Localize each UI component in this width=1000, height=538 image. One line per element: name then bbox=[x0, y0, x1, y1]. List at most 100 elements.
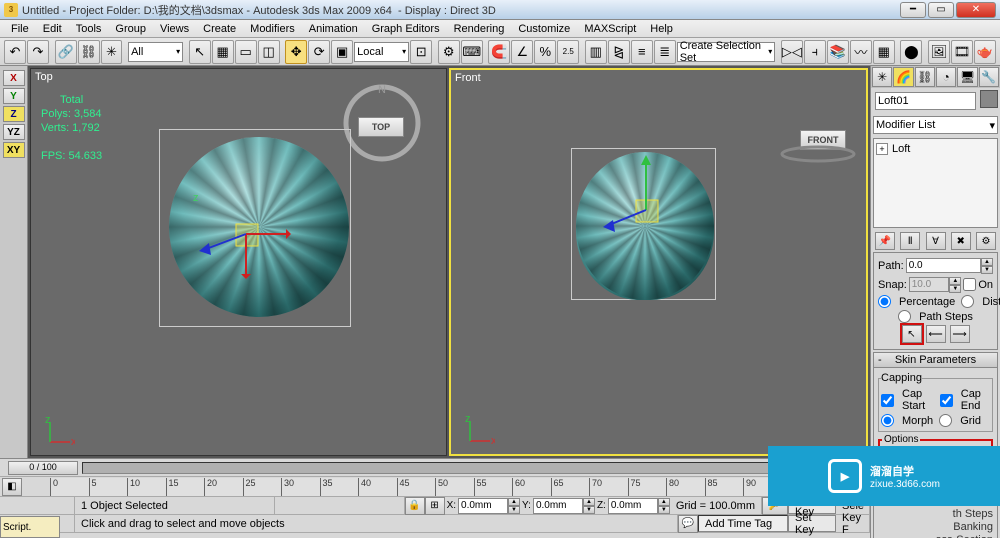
show-end-button[interactable]: Ⅱ bbox=[900, 232, 920, 250]
configure-button[interactable]: ⚙ bbox=[976, 232, 996, 250]
path-input[interactable] bbox=[906, 258, 981, 273]
axis-z-button[interactable]: Z bbox=[3, 106, 25, 122]
select-button[interactable]: ↖ bbox=[189, 40, 211, 64]
stack-item-loft[interactable]: + Loft bbox=[876, 141, 995, 157]
select-region-button[interactable]: ▭ bbox=[235, 40, 257, 64]
grid-radio[interactable] bbox=[939, 414, 952, 427]
object-name-field[interactable]: Loft01 bbox=[875, 92, 976, 110]
ref-coord-dropdown[interactable]: Local bbox=[354, 42, 409, 62]
keymode-button[interactable]: ⌨ bbox=[461, 40, 483, 64]
schematic-button[interactable]: ▦ bbox=[873, 40, 895, 64]
scale-button[interactable]: ▣ bbox=[331, 40, 353, 64]
distance-radio[interactable] bbox=[961, 295, 974, 308]
move-button[interactable]: ✥ bbox=[285, 40, 307, 64]
tab-modify[interactable]: 🌈 bbox=[893, 67, 913, 87]
window-crossing-button[interactable]: ◫ bbox=[258, 40, 280, 64]
coord-z-input[interactable] bbox=[608, 498, 658, 514]
maximize-button[interactable]: ▭ bbox=[928, 2, 954, 18]
menu-group[interactable]: Group bbox=[108, 23, 153, 35]
named-sel-button[interactable]: ▥ bbox=[585, 40, 607, 64]
tab-create[interactable]: ✳ bbox=[872, 67, 892, 87]
prev-shape-button[interactable]: ⟵ bbox=[926, 325, 946, 343]
spinner-snap-button[interactable]: 2.5 bbox=[557, 40, 579, 64]
mirror-tool-button[interactable]: ▷◁ bbox=[781, 40, 803, 64]
time-slider[interactable]: 0 / 100 bbox=[8, 461, 78, 475]
capend-checkbox[interactable] bbox=[940, 394, 953, 407]
maxscript-mini-listener[interactable]: Script. bbox=[0, 516, 60, 538]
render-button[interactable]: 🫖 bbox=[974, 40, 996, 64]
menu-grapheditors[interactable]: Graph Editors bbox=[365, 23, 447, 35]
menu-animation[interactable]: Animation bbox=[302, 23, 365, 35]
time-slider-track[interactable] bbox=[82, 462, 866, 474]
menu-tools[interactable]: Tools bbox=[69, 23, 109, 35]
modifier-stack[interactable]: + Loft bbox=[873, 138, 998, 228]
tab-utilities[interactable]: 🔧 bbox=[979, 67, 999, 87]
comm-center-button[interactable]: 💬 bbox=[678, 515, 698, 533]
axis-y-button[interactable]: Y bbox=[3, 88, 25, 104]
tab-motion[interactable]: ◔ bbox=[936, 67, 956, 87]
modifier-list-dropdown[interactable]: Modifier List bbox=[873, 116, 998, 134]
menu-modifiers[interactable]: Modifiers bbox=[243, 23, 302, 35]
rollout-skin-params[interactable]: -Skin Parameters bbox=[873, 352, 998, 368]
undo-button[interactable]: ↶ bbox=[4, 40, 26, 64]
coord-x-input[interactable] bbox=[458, 498, 508, 514]
move-gizmo[interactable]: z bbox=[191, 179, 291, 279]
next-shape-button[interactable]: ⟶ bbox=[950, 325, 970, 343]
remove-mod-button[interactable]: ✖ bbox=[951, 232, 971, 250]
render-frame-button[interactable]: 🎞 bbox=[951, 40, 973, 64]
axis-yz-button[interactable]: YZ bbox=[3, 124, 25, 140]
close-button[interactable]: ✕ bbox=[956, 2, 996, 18]
axis-xy-button[interactable]: XY bbox=[3, 142, 25, 158]
minimize-button[interactable]: ━ bbox=[900, 2, 926, 18]
bind-button[interactable]: ✳ bbox=[101, 40, 123, 64]
align-button[interactable]: ≡ bbox=[631, 40, 653, 64]
menu-file[interactable]: File bbox=[4, 23, 36, 35]
coord-y-input[interactable] bbox=[533, 498, 583, 514]
add-time-tag[interactable]: Add Time Tag bbox=[698, 515, 788, 532]
menu-edit[interactable]: Edit bbox=[36, 23, 69, 35]
render-setup-button[interactable]: 🖼 bbox=[928, 40, 950, 64]
link-button[interactable]: 🔗 bbox=[55, 40, 77, 64]
snap-on-checkbox[interactable] bbox=[963, 278, 976, 291]
layers-tool-button[interactable]: 📚 bbox=[827, 40, 849, 64]
manipulate-button[interactable]: ⚙ bbox=[438, 40, 460, 64]
layer-filter-dropdown[interactable]: All bbox=[128, 42, 183, 62]
material-editor-button[interactable]: ⬤ bbox=[900, 40, 922, 64]
trackbar-toggle[interactable]: ◧ bbox=[2, 478, 22, 496]
menu-maxscript[interactable]: MAXScript bbox=[577, 23, 643, 35]
morph-radio[interactable] bbox=[881, 414, 894, 427]
redo-button[interactable]: ↷ bbox=[27, 40, 49, 64]
menu-customize[interactable]: Customize bbox=[511, 23, 577, 35]
tab-hierarchy[interactable]: ⛓ bbox=[915, 67, 935, 87]
axis-x-button[interactable]: X bbox=[3, 70, 25, 86]
rotate-button[interactable]: ⟳ bbox=[308, 40, 330, 64]
percent-snap-button[interactable]: % bbox=[534, 40, 556, 64]
setkey-button[interactable]: Set Key bbox=[788, 515, 836, 532]
align-tool-button[interactable]: ⫞ bbox=[804, 40, 826, 64]
object-color-swatch[interactable] bbox=[980, 90, 998, 108]
mirror-button[interactable]: ⧎ bbox=[608, 40, 630, 64]
menu-rendering[interactable]: Rendering bbox=[447, 23, 512, 35]
unlink-button[interactable]: ⛓ bbox=[78, 40, 100, 64]
trackbar-ruler[interactable]: 0510152025303540455055606570758085909510… bbox=[50, 478, 820, 496]
viewport-top[interactable]: Top Total Polys: 3,584 Verts: 1,792 FPS:… bbox=[30, 68, 447, 456]
get-shape-button[interactable]: ↖ bbox=[902, 325, 922, 343]
pathsteps-radio[interactable] bbox=[898, 310, 911, 323]
menu-help[interactable]: Help bbox=[643, 23, 680, 35]
angle-snap-button[interactable]: ∠ bbox=[511, 40, 533, 64]
expand-icon[interactable]: + bbox=[876, 143, 888, 155]
percentage-radio[interactable] bbox=[878, 295, 891, 308]
layers-button[interactable]: ≣ bbox=[654, 40, 676, 64]
select-name-button[interactable]: ▦ bbox=[212, 40, 234, 64]
snap-button[interactable]: 🧲 bbox=[488, 40, 510, 64]
capstart-checkbox[interactable] bbox=[881, 394, 894, 407]
selection-set-dropdown[interactable]: Create Selection Set bbox=[677, 42, 776, 62]
unique-button[interactable]: ∀ bbox=[926, 232, 946, 250]
menu-create[interactable]: Create bbox=[196, 23, 243, 35]
pin-stack-button[interactable]: 📌 bbox=[875, 232, 895, 250]
move-gizmo-front[interactable] bbox=[601, 150, 691, 310]
curve-editor-button[interactable]: 〰 bbox=[850, 40, 872, 64]
viewport-front[interactable]: Front FRONT x z bbox=[449, 68, 868, 456]
menu-views[interactable]: Views bbox=[153, 23, 196, 35]
lock-selection-button[interactable]: 🔒 bbox=[405, 497, 425, 515]
